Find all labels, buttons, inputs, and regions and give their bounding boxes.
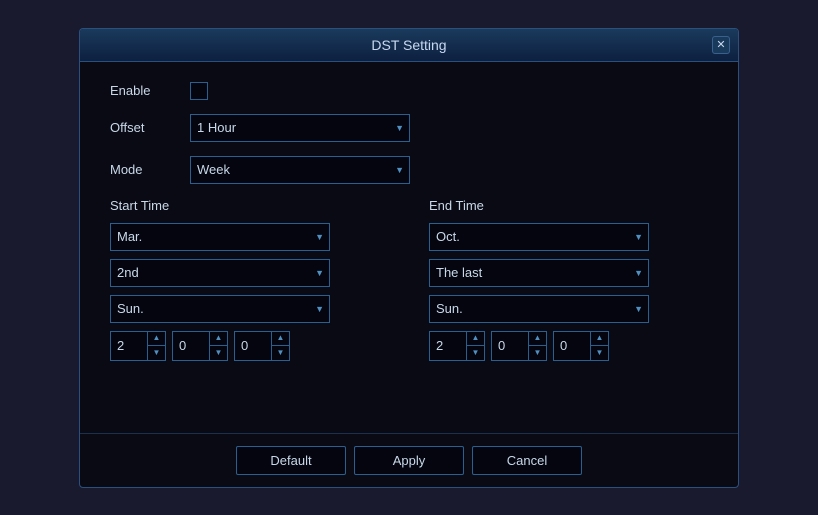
title-bar: DST Setting ✕: [80, 29, 738, 62]
end-week-select[interactable]: 1st2nd3rd 4thThe last: [429, 259, 649, 287]
start-min-spinner: ▲ ▼: [172, 331, 228, 361]
time-columns: Start Time Jan.Feb.Mar. Apr.May.Jun. Jul…: [110, 198, 708, 361]
end-min-spinner: ▲ ▼: [491, 331, 547, 361]
start-min-down[interactable]: ▼: [210, 346, 227, 360]
end-min-up[interactable]: ▲: [529, 332, 546, 347]
enable-label: Enable: [110, 83, 190, 98]
start-sec-down[interactable]: ▼: [272, 346, 289, 360]
end-sec-arrows: ▲ ▼: [590, 332, 608, 360]
end-hour-up[interactable]: ▲: [467, 332, 484, 347]
offset-select-wrapper: 1 Hour 2 Hour: [190, 114, 410, 142]
start-min-arrows: ▲ ▼: [209, 332, 227, 360]
offset-select[interactable]: 1 Hour 2 Hour: [190, 114, 410, 142]
enable-checkbox[interactable]: [190, 82, 208, 100]
end-time-title: End Time: [429, 198, 708, 213]
start-day-select[interactable]: Sun.Mon.Tue. Wed.Thu.Fri.Sat.: [110, 295, 330, 323]
start-sec-arrows: ▲ ▼: [271, 332, 289, 360]
mode-row: Mode Week Day: [110, 156, 708, 184]
offset-row: Offset 1 Hour 2 Hour: [110, 114, 708, 142]
mode-label: Mode: [110, 162, 190, 177]
mode-select[interactable]: Week Day: [190, 156, 410, 184]
start-sec-spinner: ▲ ▼: [234, 331, 290, 361]
end-time-col: End Time Jan.Feb.Mar. Apr.May.Jun. Jul.A…: [429, 198, 708, 361]
end-month-select[interactable]: Jan.Feb.Mar. Apr.May.Jun. Jul.Aug.Sep. O…: [429, 223, 649, 251]
start-time-spinners: ▲ ▼ ▲ ▼ ▲: [110, 331, 389, 361]
end-min-down[interactable]: ▼: [529, 346, 546, 360]
start-hour-down[interactable]: ▼: [148, 346, 165, 360]
start-week-wrapper: 1st2nd3rd 4thThe last: [110, 259, 330, 287]
end-week-wrapper: 1st2nd3rd 4thThe last: [429, 259, 649, 287]
enable-row: Enable: [110, 82, 708, 100]
end-day-select[interactable]: Sun.Mon.Tue. Wed.Thu.Fri.Sat.: [429, 295, 649, 323]
start-min-up[interactable]: ▲: [210, 332, 227, 347]
end-hour-down[interactable]: ▼: [467, 346, 484, 360]
cancel-button[interactable]: Cancel: [472, 446, 582, 475]
start-hour-up[interactable]: ▲: [148, 332, 165, 347]
apply-button[interactable]: Apply: [354, 446, 464, 475]
end-day-wrapper: Sun.Mon.Tue. Wed.Thu.Fri.Sat.: [429, 295, 649, 323]
start-hour-spinner: ▲ ▼: [110, 331, 166, 361]
start-day-wrapper: Sun.Mon.Tue. Wed.Thu.Fri.Sat.: [110, 295, 330, 323]
offset-label: Offset: [110, 120, 190, 135]
end-sec-spinner: ▲ ▼: [553, 331, 609, 361]
end-month-wrapper: Jan.Feb.Mar. Apr.May.Jun. Jul.Aug.Sep. O…: [429, 223, 649, 251]
start-sec-up[interactable]: ▲: [272, 332, 289, 347]
start-time-title: Start Time: [110, 198, 389, 213]
dst-setting-dialog: DST Setting ✕ Enable Offset 1 Hour 2 Hou…: [79, 28, 739, 488]
end-hour-arrows: ▲ ▼: [466, 332, 484, 360]
end-time-spinners: ▲ ▼ ▲ ▼ ▲: [429, 331, 708, 361]
end-min-arrows: ▲ ▼: [528, 332, 546, 360]
dialog-content: Enable Offset 1 Hour 2 Hour Mode Week Da…: [80, 62, 738, 381]
end-sec-down[interactable]: ▼: [591, 346, 608, 360]
start-week-select[interactable]: 1st2nd3rd 4thThe last: [110, 259, 330, 287]
default-button[interactable]: Default: [236, 446, 346, 475]
start-month-wrapper: Jan.Feb.Mar. Apr.May.Jun. Jul.Aug.Sep. O…: [110, 223, 330, 251]
close-button[interactable]: ✕: [712, 36, 730, 54]
dialog-title: DST Setting: [371, 37, 446, 53]
dialog-footer: Default Apply Cancel: [80, 433, 738, 487]
end-sec-up[interactable]: ▲: [591, 332, 608, 347]
end-hour-spinner: ▲ ▼: [429, 331, 485, 361]
mode-select-wrapper: Week Day: [190, 156, 410, 184]
start-time-col: Start Time Jan.Feb.Mar. Apr.May.Jun. Jul…: [110, 198, 389, 361]
start-hour-arrows: ▲ ▼: [147, 332, 165, 360]
start-month-select[interactable]: Jan.Feb.Mar. Apr.May.Jun. Jul.Aug.Sep. O…: [110, 223, 330, 251]
